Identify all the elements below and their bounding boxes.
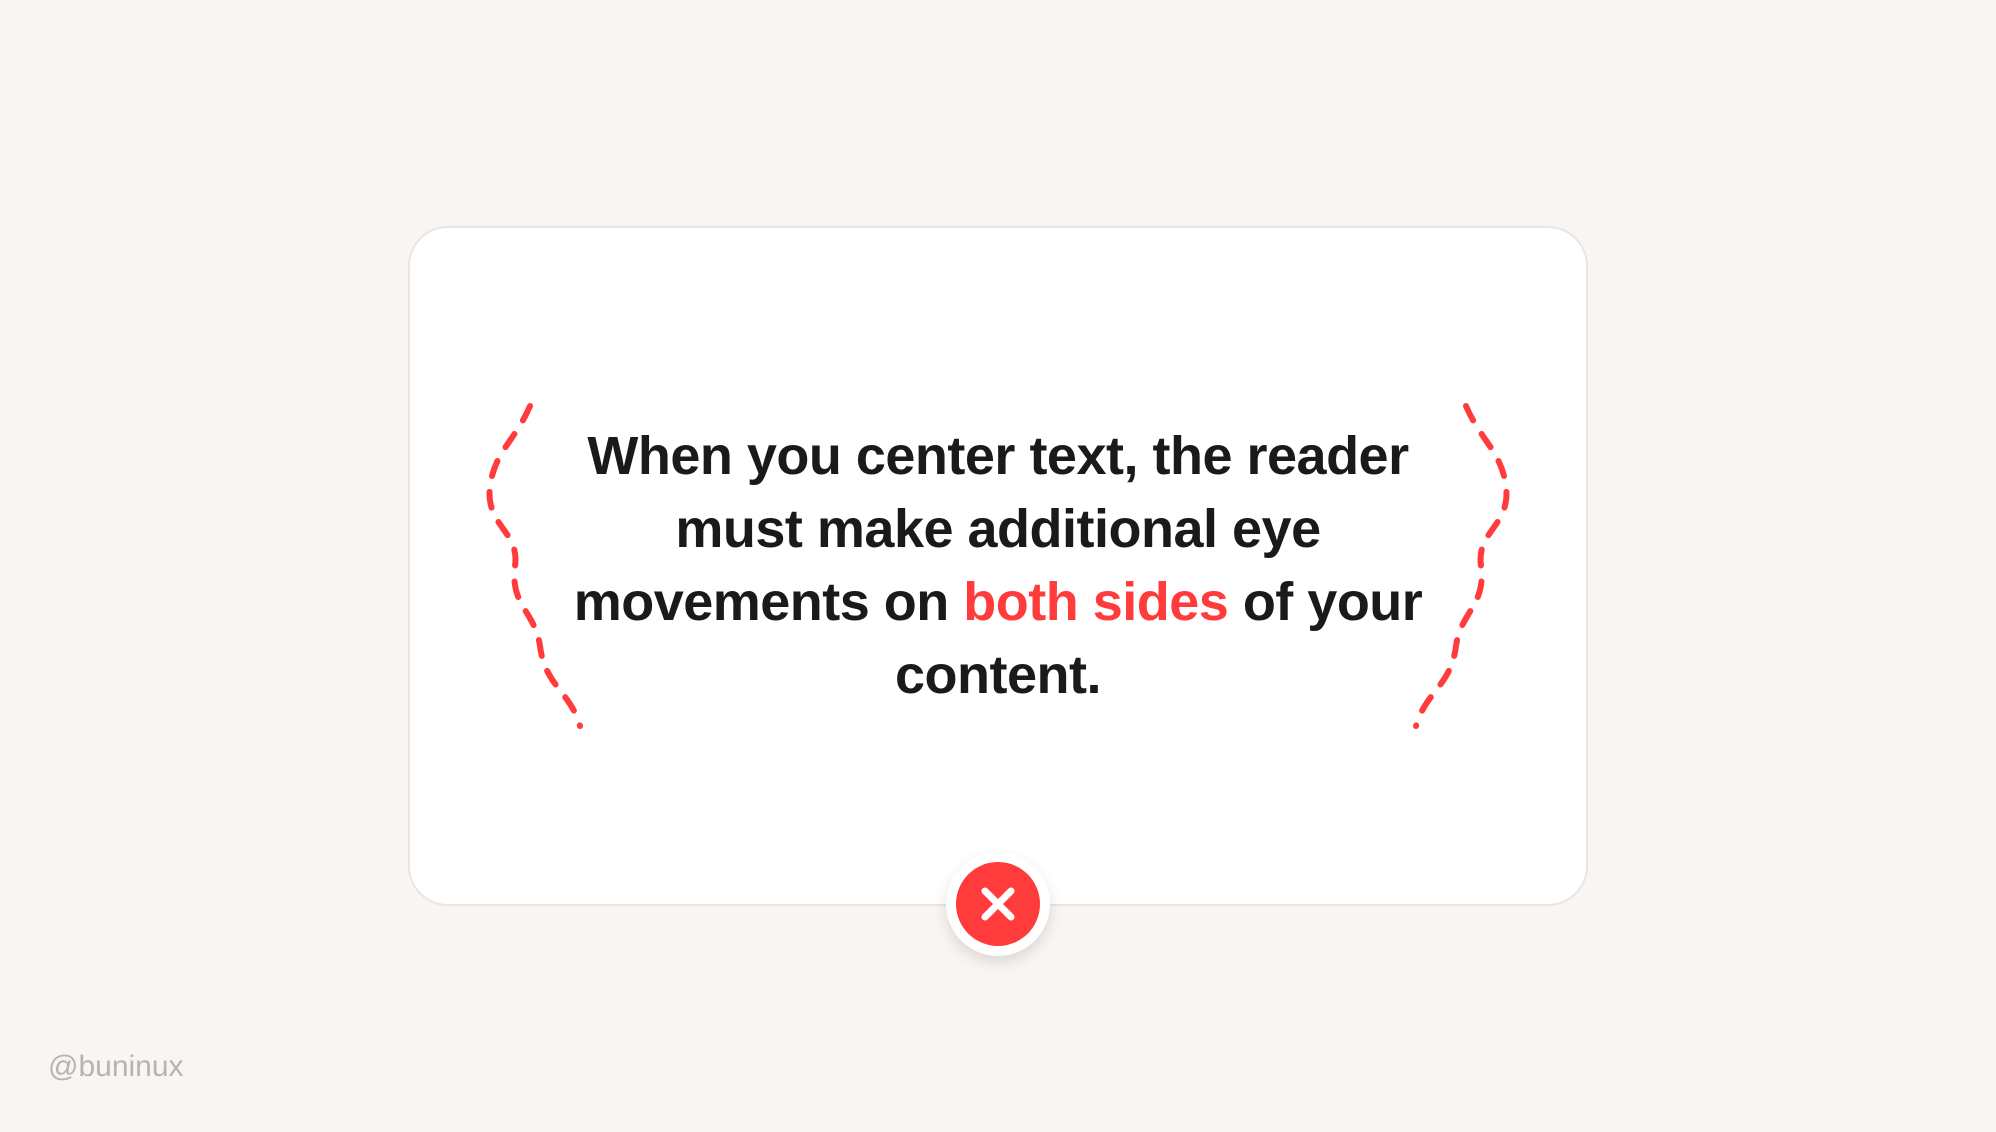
error-badge	[946, 852, 1050, 956]
example-text: When you center text, the reader must ma…	[548, 420, 1448, 712]
content-wrap: When you center text, the reader must ma…	[410, 420, 1586, 712]
text-highlight: both sides	[963, 572, 1228, 632]
example-card: When you center text, the reader must ma…	[408, 226, 1588, 906]
squiggle-right-icon	[1396, 396, 1536, 736]
error-badge-inner	[956, 862, 1040, 946]
squiggle-left-icon	[460, 396, 600, 736]
attribution-handle: @buninux	[48, 1050, 184, 1084]
close-x-icon	[977, 883, 1019, 925]
